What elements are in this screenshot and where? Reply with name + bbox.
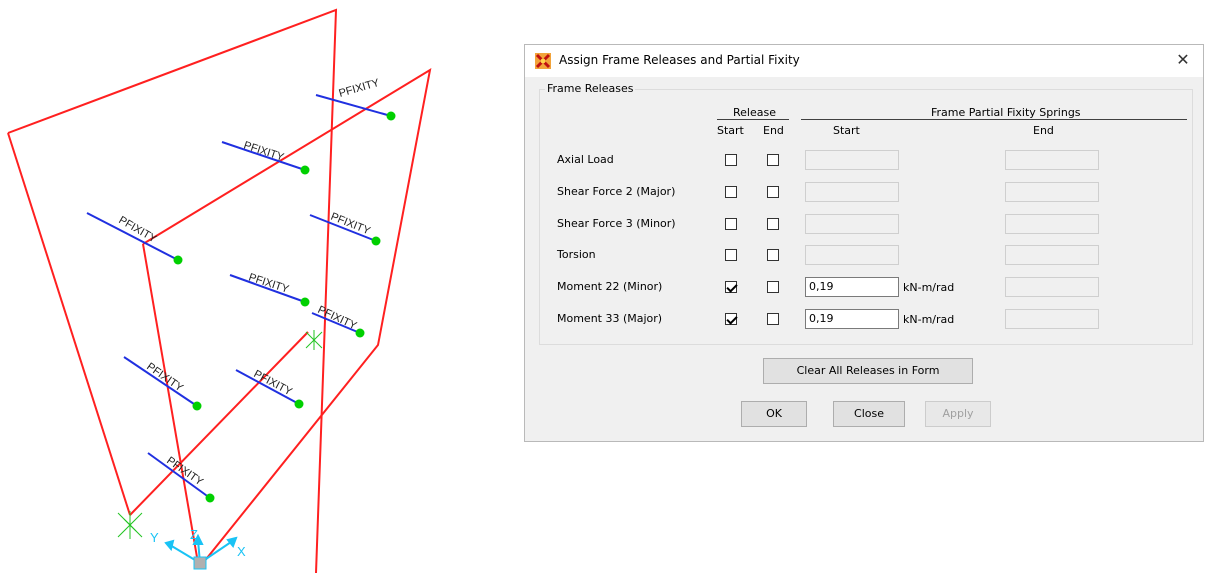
model-viewport[interactable]: PFIXITY PFIXITY PFIXITY PFIXITY PFIXITY PFIXI…: [0, 0, 500, 574]
joint-node[interactable]: [300, 165, 310, 175]
release-start-checkbox[interactable]: [725, 154, 737, 166]
release-header: Release: [733, 106, 776, 119]
dialog-title: Assign Frame Releases and Partial Fixity: [559, 53, 800, 67]
clear-all-releases-button[interactable]: Clear All Releases in Form: [763, 358, 973, 384]
release-end-checkbox[interactable]: [767, 186, 779, 198]
release-end-checkbox[interactable]: [767, 218, 779, 230]
spring-end-field[interactable]: [1005, 214, 1099, 234]
member-label: PFIXITY: [338, 77, 382, 100]
spring-start-field[interactable]: [805, 182, 899, 202]
joint-node[interactable]: [205, 493, 215, 503]
release-start-checkbox[interactable]: [725, 281, 737, 293]
model-canvas[interactable]: PFIXITY PFIXITY PFIXITY PFIXITY PFIXITY PFIXI…: [0, 0, 500, 574]
joint-node[interactable]: [300, 297, 310, 307]
axis-x-label: X: [237, 544, 246, 559]
springs-header: Frame Partial Fixity Springs: [931, 106, 1081, 119]
joint-node[interactable]: [294, 399, 304, 409]
release-start-header: Start: [717, 124, 744, 137]
group-label: Frame Releases: [545, 82, 636, 95]
release-end-checkbox[interactable]: [767, 281, 779, 293]
springs-header-rule: [801, 119, 1187, 120]
row-label: Torsion: [557, 248, 596, 261]
frame-edge: [129, 331, 309, 516]
row-label: Shear Force 3 (Minor): [557, 217, 676, 230]
spring-start-field[interactable]: 0,19: [805, 277, 899, 297]
axis-x-arrow: [226, 536, 238, 548]
row-label: Axial Load: [557, 153, 614, 166]
spring-units: kN-m/rad: [903, 313, 955, 326]
member-label: PFIXITY: [329, 211, 373, 238]
joint-node[interactable]: [192, 401, 202, 411]
release-start-checkbox[interactable]: [725, 186, 737, 198]
spring-end-field[interactable]: [1005, 277, 1099, 297]
joint-node[interactable]: [386, 111, 396, 121]
release-start-checkbox[interactable]: [725, 218, 737, 230]
frame-edge: [7, 132, 131, 516]
ok-button[interactable]: OK: [741, 401, 807, 427]
close-icon[interactable]: ✕: [1173, 49, 1193, 71]
spring-end-field[interactable]: [1005, 245, 1099, 265]
spring-start-field[interactable]: 0,19: [805, 309, 899, 329]
member-label: PFIXITY: [117, 214, 160, 246]
spring-start-field[interactable]: [805, 150, 899, 170]
spring-end-field[interactable]: [1005, 309, 1099, 329]
support-symbol: [117, 511, 143, 539]
spring-end-field[interactable]: [1005, 150, 1099, 170]
release-end-checkbox[interactable]: [767, 313, 779, 325]
spring-start-header: Start: [833, 124, 860, 137]
member-label: PFIXITY: [242, 139, 286, 163]
dialog-titlebar[interactable]: Assign Frame Releases and Partial Fixity…: [525, 45, 1203, 77]
joint-node[interactable]: [173, 255, 183, 265]
app-logo-icon: [535, 53, 551, 69]
joint-node[interactable]: [355, 328, 365, 338]
spring-end-header: End: [1033, 124, 1054, 137]
assign-frame-releases-dialog: Assign Frame Releases and Partial Fixity…: [524, 44, 1204, 442]
release-start-checkbox[interactable]: [725, 249, 737, 261]
spring-start-field[interactable]: [805, 214, 899, 234]
axis-origin: [193, 556, 207, 570]
axis-y-label: Y: [150, 530, 159, 545]
joint-node[interactable]: [371, 236, 381, 246]
spring-units: kN-m/rad: [903, 281, 955, 294]
release-end-checkbox[interactable]: [767, 249, 779, 261]
spring-start-field[interactable]: [805, 245, 899, 265]
row-label: Moment 22 (Minor): [557, 280, 663, 293]
axis-y-arrow: [164, 539, 175, 552]
row-label: Moment 33 (Major): [557, 312, 663, 325]
spring-end-field[interactable]: [1005, 182, 1099, 202]
release-end-header: End: [763, 124, 784, 137]
release-start-checkbox[interactable]: [725, 313, 737, 325]
frame-member[interactable]: [315, 94, 392, 117]
member-label: PFIXITY: [247, 271, 291, 295]
row-label: Shear Force 2 (Major): [557, 185, 676, 198]
close-button[interactable]: Close: [833, 401, 905, 427]
release-end-checkbox[interactable]: [767, 154, 779, 166]
frame-edge: [142, 243, 199, 564]
release-header-rule: [717, 119, 789, 120]
axis-z-label: Z: [190, 527, 198, 542]
member-label: PFIXITY: [144, 361, 185, 395]
apply-button[interactable]: Apply: [925, 401, 991, 427]
